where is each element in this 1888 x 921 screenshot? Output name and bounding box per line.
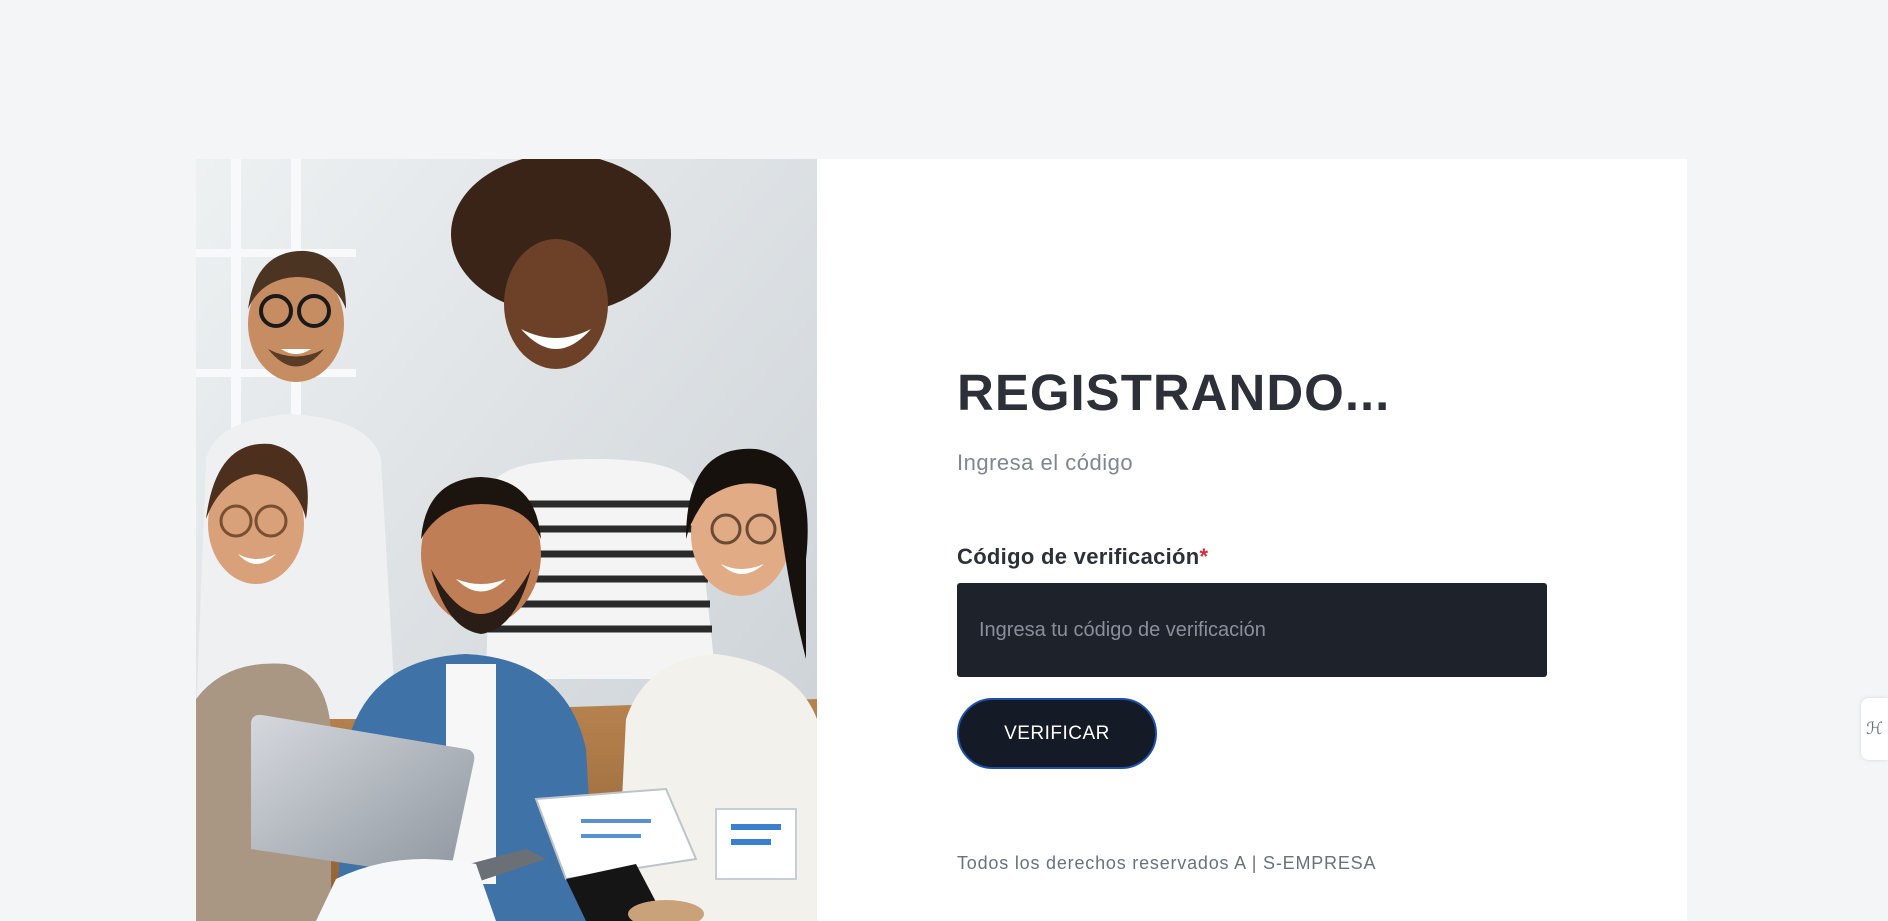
page: REGISTRANDO... Ingresa el código Código … <box>0 0 1888 921</box>
code-field-label-text: Código de verificación <box>957 544 1200 569</box>
code-field-label: Código de verificación* <box>957 544 1547 570</box>
translate-icon: ℋ <box>1866 719 1883 739</box>
form-pane: REGISTRANDO... Ingresa el código Código … <box>817 159 1687 921</box>
verification-form: REGISTRANDO... Ingresa el código Código … <box>957 367 1547 874</box>
footer-copyright: Todos los derechos reservados A | S-EMPR… <box>957 853 1377 873</box>
page-title: REGISTRANDO... <box>957 364 1391 421</box>
hero-illustration <box>196 159 817 921</box>
hero-image <box>196 159 817 921</box>
side-tab-button[interactable]: ℋ <box>1861 698 1888 760</box>
registration-card: REGISTRANDO... Ingresa el código Código … <box>196 159 1687 921</box>
verification-code-input[interactable] <box>957 583 1547 677</box>
page-subtitle: Ingresa el código <box>957 450 1134 475</box>
required-marker: * <box>1199 544 1209 569</box>
verify-button[interactable]: VERIFICAR <box>957 698 1157 769</box>
